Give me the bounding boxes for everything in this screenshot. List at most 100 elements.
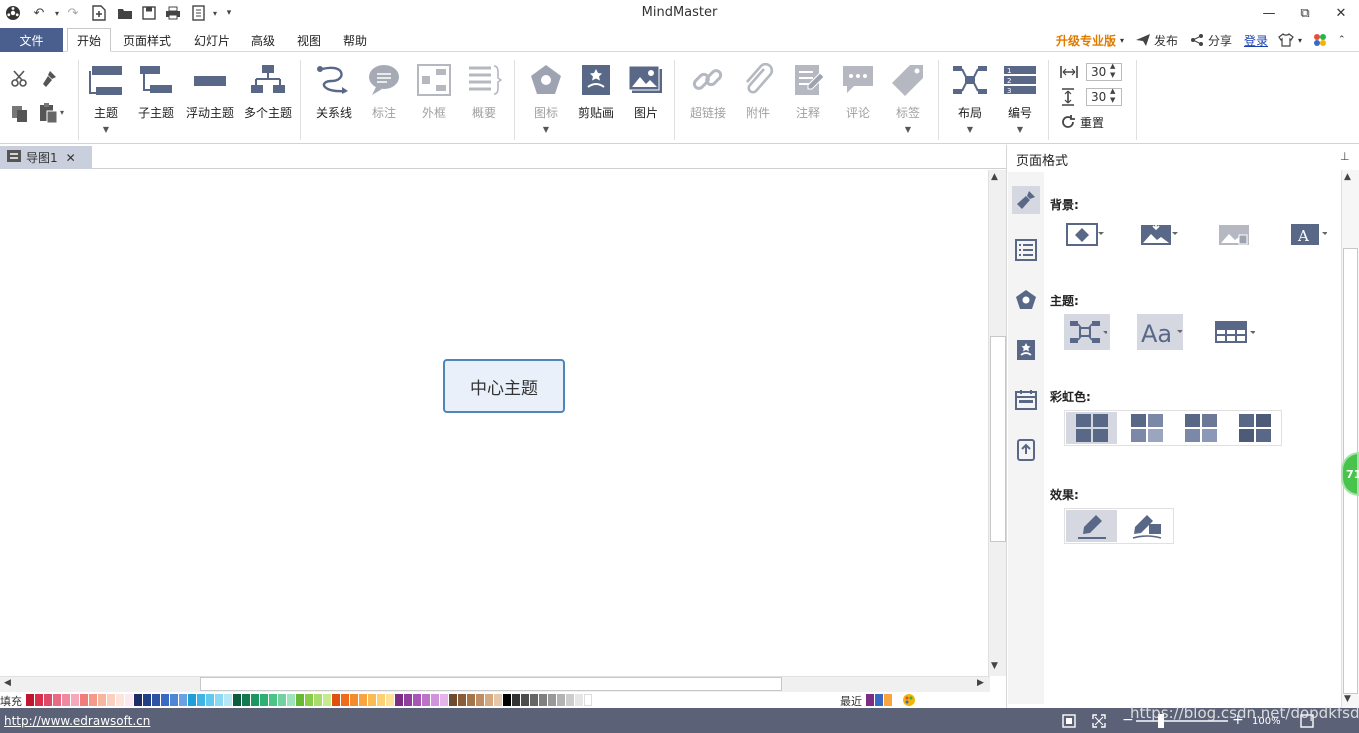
publish-button[interactable]: 发布 <box>1154 30 1178 50</box>
color-swatch[interactable] <box>269 694 277 706</box>
close-button[interactable]: ✕ <box>1326 3 1356 23</box>
skin-dropdown-icon[interactable]: ▾ <box>1298 30 1302 50</box>
theme-font-icon[interactable]: Aa <box>1137 314 1183 350</box>
color-swatch[interactable] <box>341 694 349 706</box>
redo-icon[interactable]: ↷ <box>64 4 82 22</box>
color-swatch[interactable] <box>107 694 115 706</box>
color-swatch[interactable] <box>179 694 187 706</box>
color-swatch[interactable] <box>539 694 547 706</box>
color-swatch[interactable] <box>557 694 565 706</box>
tab-slides[interactable]: 幻灯片 <box>186 28 238 52</box>
note-button[interactable]: 注释 <box>788 62 828 121</box>
canvas-hscroll-thumb[interactable] <box>200 677 782 691</box>
color-swatch[interactable] <box>377 694 385 706</box>
layout-dropdown-icon[interactable]: ▼ <box>967 125 973 134</box>
color-swatch[interactable] <box>548 694 556 706</box>
icon-library-tab-icon[interactable] <box>1012 286 1040 314</box>
color-swatch[interactable] <box>350 694 358 706</box>
color-swatch[interactable] <box>188 694 196 706</box>
attachment-button[interactable]: 附件 <box>738 62 778 121</box>
presentation-tab-icon[interactable] <box>1012 436 1040 464</box>
paste-dropdown-icon[interactable]: ▾ <box>60 108 64 117</box>
upgrade-dropdown-icon[interactable]: ▾ <box>1120 30 1124 50</box>
color-swatch[interactable] <box>242 694 250 706</box>
scroll-right-icon[interactable]: ▶ <box>977 678 984 688</box>
color-swatch[interactable] <box>530 694 538 706</box>
color-swatch[interactable] <box>467 694 475 706</box>
hand-drawn-on-icon[interactable] <box>1121 510 1172 542</box>
restore-button[interactable]: ⧉ <box>1290 3 1320 23</box>
color-swatch[interactable] <box>476 694 484 706</box>
gantt-tab-icon[interactable] <box>1012 386 1040 414</box>
color-swatch[interactable] <box>305 694 313 706</box>
paste-icon[interactable] <box>38 102 60 127</box>
open-icon[interactable] <box>116 4 134 22</box>
color-swatch[interactable] <box>233 694 241 706</box>
panel-scroll-down-icon[interactable]: ▼ <box>1344 694 1351 704</box>
color-swatch[interactable] <box>323 694 331 706</box>
undo-icon[interactable]: ↶ <box>30 4 48 22</box>
background-image-icon[interactable] <box>1136 216 1182 252</box>
tag-dropdown-icon[interactable]: ▼ <box>905 125 911 134</box>
summary-button[interactable]: 概要 <box>464 62 504 121</box>
app-logo-icon[interactable] <box>4 4 22 22</box>
color-swatch[interactable] <box>458 694 466 706</box>
color-swatch[interactable] <box>512 694 520 706</box>
color-swatch[interactable] <box>224 694 232 706</box>
color-swatch[interactable] <box>53 694 61 706</box>
theme-color-icon[interactable] <box>1210 314 1256 350</box>
subtopic-button[interactable]: 子主题 <box>136 62 176 121</box>
color-swatch[interactable] <box>161 694 169 706</box>
minimize-button[interactable]: — <box>1254 3 1284 23</box>
save-icon[interactable] <box>140 4 158 22</box>
color-swatch[interactable] <box>449 694 457 706</box>
color-swatch[interactable] <box>386 694 394 706</box>
relationship-button[interactable]: 关系线 <box>314 62 354 121</box>
outline-tab-icon[interactable] <box>1012 236 1040 264</box>
topic-dropdown-icon[interactable]: ▼ <box>103 125 109 134</box>
color-swatch[interactable] <box>125 694 133 706</box>
picture-button[interactable]: 图片 <box>626 62 666 121</box>
color-swatch[interactable] <box>26 694 34 706</box>
panel-scroll-up-icon[interactable]: ▲ <box>1344 172 1351 182</box>
remove-background-icon[interactable] <box>1210 216 1256 252</box>
multiple-topics-button[interactable]: 多个主题 <box>244 62 292 121</box>
tab-page-style[interactable]: 页面样式 <box>114 28 180 52</box>
layout-button[interactable]: 布局 ▼ <box>950 62 990 134</box>
horizontal-spacing-stepper[interactable]: ▲ ▼ <box>1110 62 1115 80</box>
cut-icon[interactable] <box>10 70 30 91</box>
comment-button[interactable]: 评论 <box>838 62 878 121</box>
callout-button[interactable]: 标注 <box>364 62 404 121</box>
fit-page-icon[interactable] <box>1062 714 1076 731</box>
share-button[interactable]: 分享 <box>1208 30 1232 50</box>
rainbow-option-2[interactable] <box>1121 412 1172 444</box>
pin-icon[interactable]: ⊥ <box>1340 150 1350 163</box>
hyperlink-button[interactable]: 超链接 <box>688 62 728 121</box>
share-icon[interactable] <box>1190 30 1204 50</box>
color-swatch[interactable] <box>260 694 268 706</box>
color-swatch[interactable] <box>143 694 151 706</box>
color-swatch[interactable] <box>287 694 295 706</box>
color-swatch[interactable] <box>503 694 511 706</box>
topic-button[interactable]: 主题 ▼ <box>86 62 126 134</box>
color-swatch[interactable] <box>152 694 160 706</box>
central-topic[interactable]: 中心主题 <box>443 359 565 413</box>
numbering-dropdown-icon[interactable]: ▼ <box>1017 125 1023 134</box>
color-swatch[interactable] <box>395 694 403 706</box>
scroll-up-icon[interactable]: ▲ <box>991 172 998 182</box>
color-swatch[interactable] <box>197 694 205 706</box>
color-swatch[interactable] <box>494 694 502 706</box>
new-icon[interactable] <box>90 4 108 22</box>
color-swatch[interactable] <box>44 694 52 706</box>
clipart-button[interactable]: 剪贴画 <box>576 62 616 121</box>
website-link[interactable]: http://www.edrawsoft.cn <box>4 714 150 728</box>
canvas-vscroll-thumb[interactable] <box>990 336 1006 542</box>
login-link[interactable]: 登录 <box>1244 30 1268 50</box>
print-icon[interactable] <box>164 4 182 22</box>
color-swatch[interactable] <box>404 694 412 706</box>
watermark-icon[interactable]: A <box>1284 216 1330 252</box>
color-swatch[interactable] <box>278 694 286 706</box>
document-tab[interactable]: 导图1 ✕ <box>0 146 92 169</box>
recent-color-swatch[interactable] <box>884 694 892 706</box>
color-swatch[interactable] <box>71 694 79 706</box>
